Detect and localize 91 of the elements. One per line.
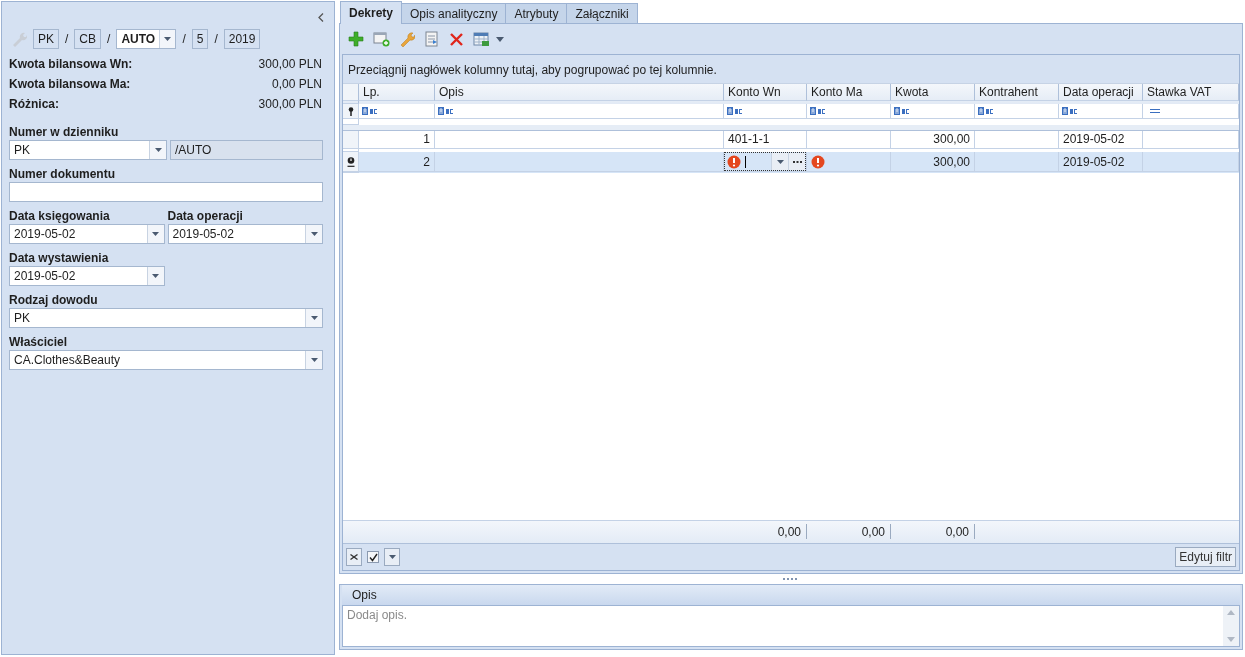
- column-header[interactable]: Data operacji: [1059, 84, 1143, 101]
- dropdown-field[interactable]: PK: [9, 140, 167, 160]
- series-combo[interactable]: AUTO: [116, 29, 177, 49]
- filter-checkbox[interactable]: [367, 551, 379, 563]
- column-total: 0,00: [861, 524, 885, 539]
- caret-icon[interactable]: [154, 148, 162, 152]
- collapse-chevron-icon[interactable]: [318, 13, 324, 22]
- summary-value: 300,00 PLN: [258, 97, 322, 111]
- tab[interactable]: Załączniki: [566, 3, 638, 24]
- dropdown-field[interactable]: CA.Clothes&Beauty: [9, 350, 323, 370]
- table-cell: 2019-05-02: [1059, 131, 1143, 149]
- separator-slash: /: [182, 32, 186, 46]
- filter-dropdown-button[interactable]: [384, 548, 400, 566]
- text-filter-icon[interactable]: [727, 107, 743, 115]
- error-icon: [811, 154, 825, 169]
- column-total: 0,00: [945, 524, 969, 539]
- caret-icon[interactable]: [164, 37, 172, 41]
- column-header[interactable]: Kwota: [891, 84, 975, 101]
- text-filter-icon[interactable]: [978, 107, 994, 115]
- text-filter-icon[interactable]: [1062, 107, 1078, 115]
- separator-slash: /: [214, 32, 218, 46]
- panel-title: Opis: [342, 585, 1240, 605]
- row-header-cell: [343, 131, 359, 149]
- equals-filter-icon[interactable]: [1150, 109, 1160, 113]
- column-header[interactable]: Konto Ma: [807, 84, 891, 101]
- number-segment-field[interactable]: 2019: [223, 29, 261, 49]
- error-icon: [727, 154, 741, 169]
- text-filter-icon[interactable]: [810, 107, 826, 115]
- table-row[interactable]: 2 300,00 2019-05-02: [343, 152, 1239, 173]
- filter-row-icon: [347, 106, 354, 116]
- caret-icon[interactable]: [152, 232, 159, 236]
- number-segment-field[interactable]: CB: [74, 29, 102, 49]
- edit-filter-button[interactable]: Edytuj filtr: [1175, 547, 1236, 567]
- summary-value: 0,00 PLN: [271, 77, 322, 91]
- separator-slash: /: [65, 32, 69, 46]
- date-field[interactable]: 2019-05-02: [9, 266, 165, 286]
- caret-icon[interactable]: [496, 36, 504, 42]
- column-total: 0,00: [777, 524, 801, 539]
- separator-slash: /: [107, 32, 111, 46]
- ellipsis-icon[interactable]: [792, 160, 802, 163]
- tab[interactable]: Dekrety: [340, 1, 403, 24]
- text-filter-icon[interactable]: [362, 107, 378, 115]
- number-segment-field[interactable]: PK: [33, 29, 59, 49]
- dropdown-field[interactable]: PK: [9, 308, 323, 328]
- date-field[interactable]: 2019-05-02: [167, 224, 323, 244]
- column-header[interactable]: Konto Wn: [724, 84, 807, 101]
- field-label: Data wystawienia: [9, 250, 110, 266]
- caret-icon[interactable]: [388, 555, 396, 559]
- input-field[interactable]: [9, 182, 323, 202]
- table-cell: 401-1-1: [724, 131, 807, 149]
- row-header-cell: [343, 84, 359, 101]
- add-window-icon[interactable]: [373, 31, 390, 47]
- table-cell: 300,00: [891, 131, 975, 149]
- date-field[interactable]: 2019-05-02: [9, 224, 165, 244]
- text-filter-icon[interactable]: [438, 107, 454, 115]
- caret-icon[interactable]: [776, 159, 784, 164]
- column-header[interactable]: Lp.: [359, 84, 435, 101]
- grid-export-icon[interactable]: [473, 31, 490, 47]
- column-header[interactable]: Stawka VAT: [1143, 84, 1239, 101]
- field-label: Numer w dzienniku: [9, 124, 120, 140]
- group-by-hint: Przeciągnij nagłówek kolumny tutaj, aby pogrupować po tej kolumnie.: [348, 63, 717, 77]
- field-label: Data księgowania: [9, 208, 111, 224]
- column-header[interactable]: Kontrahent: [975, 84, 1059, 101]
- caret-icon[interactable]: [310, 316, 318, 320]
- field-label: Data operacji: [167, 208, 244, 224]
- summary-label: Kwota bilansowa Wn:: [9, 57, 133, 71]
- caret-icon[interactable]: [310, 232, 318, 236]
- clear-filter-button[interactable]: [346, 548, 362, 566]
- delete-icon[interactable]: [449, 31, 464, 47]
- caret-icon[interactable]: [310, 358, 318, 362]
- text-filter-icon[interactable]: [894, 107, 910, 115]
- caret-icon[interactable]: [152, 274, 159, 278]
- field-label: Właściciel: [9, 334, 69, 350]
- row-indicator-icon: [346, 156, 355, 167]
- table-cell: 300,00: [891, 152, 975, 172]
- column-header[interactable]: Opis: [435, 84, 724, 101]
- summary-label: Różnica:: [9, 97, 59, 111]
- account-combo[interactable]: [724, 152, 806, 171]
- summary-value: 300,00 PLN: [258, 57, 322, 71]
- number-segment-field[interactable]: 5: [191, 29, 209, 49]
- field-label: Numer dokumentu: [9, 166, 116, 182]
- add-icon[interactable]: [348, 31, 364, 47]
- table-cell: 2: [359, 152, 435, 172]
- table-cell: 1: [359, 131, 435, 149]
- summary-label: Kwota bilansowa Ma:: [9, 77, 131, 91]
- readonly-field: /AUTO: [170, 140, 323, 160]
- tab[interactable]: Atrybuty: [505, 3, 568, 24]
- document-icon[interactable]: [424, 31, 440, 47]
- table-cell: 2019-05-02: [1059, 152, 1143, 172]
- close-icon[interactable]: [350, 554, 358, 560]
- field-label: Rodzaj dowodu: [9, 292, 99, 308]
